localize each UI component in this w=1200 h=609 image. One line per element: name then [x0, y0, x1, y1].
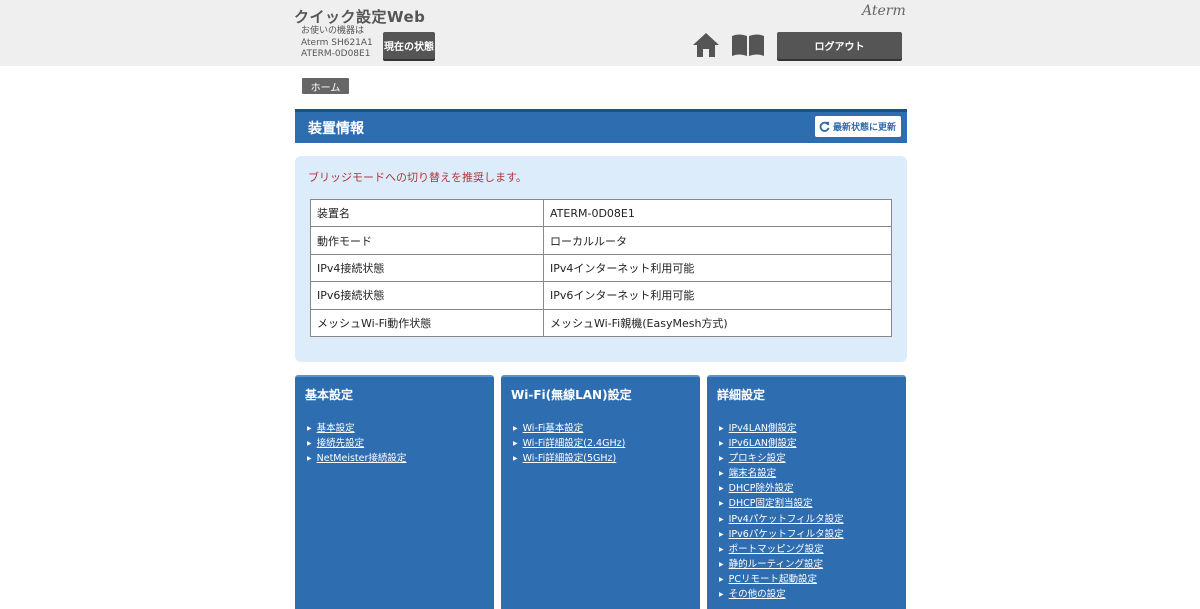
row-key: IPv4接続状態 [310, 253, 544, 283]
device-info-table: 装置名 ATERM-0D08E1 動作モード ローカルルータ IPv4接続状態 … [310, 198, 892, 337]
card-link-list: ▶ Wi-Fi基本設定 ▶ Wi-Fi詳細設定(2.4GHz) ▶ Wi-Fi詳細設定… [513, 421, 625, 466]
device-name: ATERM-0D08E1 [301, 49, 371, 59]
menu-link-ipv6-filter[interactable]: ▶ IPv6パケットフィルタ設定 [719, 527, 844, 542]
menu-link-wifi-basic[interactable]: ▶ Wi-Fi基本設定 [513, 421, 625, 436]
section-title: 装置情報 [308, 121, 364, 137]
card-title: 詳細設定 [717, 388, 766, 402]
device-info-header: 装置情報 最新状態に更新 [295, 109, 907, 143]
table-row: IPv4接続状態 IPv4インターネット利用可能 [310, 253, 892, 283]
menu-link-basic-settings[interactable]: ▶ 基本設定 [307, 421, 406, 436]
refresh-button[interactable]: 最新状態に更新 [815, 116, 901, 137]
brand-logo: Aterm [862, 3, 906, 19]
device-info: お使いの機器は Aterm SH621A1 ATERM-0D08E1 [301, 26, 373, 61]
menu-link-other-settings[interactable]: ▶ その他の設定 [719, 587, 844, 602]
row-value: ATERM-0D08E1 [543, 198, 892, 228]
device-model: Aterm SH621A1 [301, 37, 373, 48]
row-value: IPv6インターネット利用可能 [543, 281, 892, 310]
menu-link-netmeister[interactable]: ▶ NetMeister接続設定 [307, 451, 406, 466]
logout-button[interactable]: ログアウト [777, 32, 902, 59]
menu-link-ipv4-filter[interactable]: ▶ IPv4パケットフィルタ設定 [719, 512, 844, 527]
home-icon[interactable] [692, 32, 720, 58]
menu-link-pc-remote-wake[interactable]: ▶ PCリモート起動設定 [719, 572, 844, 587]
menu-link-proxy[interactable]: ▶ プロキシ設定 [719, 451, 844, 466]
row-key: 動作モード [310, 226, 544, 255]
menu-link-dhcp-fixed[interactable]: ▶ DHCP固定割当設定 [719, 496, 844, 511]
table-row: メッシュWi-Fi動作状態 メッシュWi-Fi親機(EasyMesh方式) [310, 308, 892, 337]
book-icon[interactable] [730, 33, 766, 57]
app-title: クイック設定Web [294, 8, 426, 26]
menu-link-wifi-5ghz[interactable]: ▶ Wi-Fi詳細設定(5GHz) [513, 451, 625, 466]
device-info-label: お使いの機器は [301, 26, 365, 36]
table-row: 装置名 ATERM-0D08E1 [310, 198, 892, 228]
row-value: ローカルルータ [543, 226, 892, 255]
card-link-list: ▶ 基本設定 ▶ 接続先設定 ▶ NetMeister接続設定 [307, 421, 406, 466]
bridge-mode-recommendation: ブリッジモードへの切り替えを推奨します。 [308, 171, 527, 184]
refresh-icon [819, 121, 830, 132]
menu-link-port-mapping[interactable]: ▶ ポートマッピング設定 [719, 542, 844, 557]
menu-link-dhcp-exclusion[interactable]: ▶ DHCP除外設定 [719, 481, 844, 496]
menu-link-ipv4-lan[interactable]: ▶ IPv4LAN側設定 [719, 421, 844, 436]
card-link-list: ▶ IPv4LAN側設定 ▶ IPv6LAN側設定 ▶ プロキシ設定 ▶ 端末名設定 ▶… [719, 421, 844, 602]
wifi-settings-card: Wi-Fi(無線LAN)設定 ▶ Wi-Fi基本設定 ▶ Wi-Fi詳細設定(2.4… [501, 375, 700, 609]
row-value: IPv4インターネット利用可能 [543, 253, 892, 283]
menu-link-connection-settings[interactable]: ▶ 接続先設定 [307, 436, 406, 451]
menu-link-terminal-name[interactable]: ▶ 端末名設定 [719, 466, 844, 481]
row-value: メッシュWi-Fi親機(EasyMesh方式) [543, 308, 892, 337]
menu-link-static-routing[interactable]: ▶ 静的ルーティング設定 [719, 557, 844, 572]
card-title: Wi-Fi(無線LAN)設定 [511, 388, 632, 402]
table-row: 動作モード ローカルルータ [310, 226, 892, 255]
row-key: メッシュWi-Fi動作状態 [310, 308, 544, 337]
advanced-settings-card: 詳細設定 ▶ IPv4LAN側設定 ▶ IPv6LAN側設定 ▶ プロキシ設定 ▶ 端末… [707, 375, 906, 609]
row-key: 装置名 [310, 198, 544, 228]
table-row: IPv6接続状態 IPv6インターネット利用可能 [310, 281, 892, 310]
card-title: 基本設定 [305, 388, 354, 402]
row-key: IPv6接続状態 [310, 281, 544, 310]
menu-link-wifi-24ghz[interactable]: ▶ Wi-Fi詳細設定(2.4GHz) [513, 436, 625, 451]
device-info-panel: ブリッジモードへの切り替えを推奨します。 装置名 ATERM-0D08E1 動作… [295, 156, 907, 362]
current-status-button[interactable]: 現在の状態 [383, 32, 435, 59]
refresh-button-label: 最新状態に更新 [833, 123, 897, 133]
basic-settings-card: 基本設定 ▶ 基本設定 ▶ 接続先設定 ▶ NetMeister接続設定 [295, 375, 494, 609]
top-header: クイック設定Web Aterm お使いの機器は Aterm SH621A1 AT… [0, 0, 1200, 66]
menu-link-ipv6-lan[interactable]: ▶ IPv6LAN側設定 [719, 436, 844, 451]
breadcrumb-home[interactable]: ホーム [302, 78, 349, 94]
